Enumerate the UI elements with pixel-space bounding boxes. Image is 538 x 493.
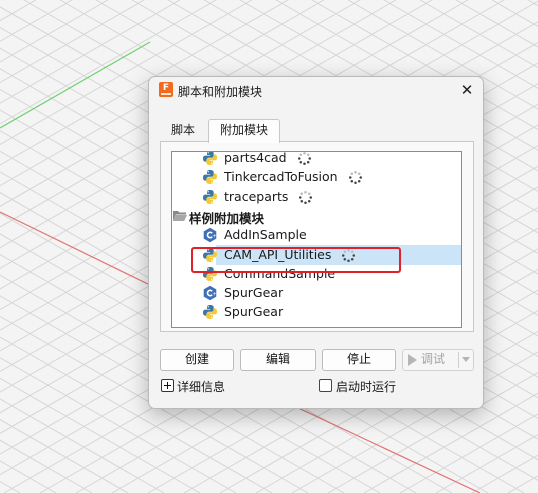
tree-item-spurgear-python[interactable]: SpurGear [172,302,461,322]
chevron-down-icon[interactable] [462,357,470,362]
cpp-icon: + [202,285,218,301]
tree-item-addinsample[interactable]: + AddInSample [172,225,461,245]
close-icon[interactable]: ✕ [458,81,476,99]
edit-button[interactable]: 编辑 [240,349,316,371]
run-on-startup-label[interactable]: 启动时运行 [336,378,396,395]
loading-spinner-icon [298,190,313,205]
stop-button[interactable]: 停止 [322,349,396,371]
run-on-startup-checkbox[interactable] [319,379,332,392]
python-icon [202,189,218,205]
tab-addins[interactable]: 附加模块 [208,119,280,143]
tree-item-label: parts4cad [224,151,287,165]
tree-item-tinkercadtofusion[interactable]: TinkercadToFusion [172,167,461,187]
tree-item-label: TinkercadToFusion [224,169,338,185]
python-icon [202,152,218,166]
loading-spinner-icon [348,170,363,185]
tree-item-traceparts[interactable]: traceparts [172,187,461,207]
addins-tree-list[interactable]: parts4cad TinkercadToFusion traceparts 样例附加… [171,151,462,328]
folder-open-icon [172,208,188,224]
create-button[interactable]: 创建 [160,349,234,371]
debug-split-divider [458,352,459,368]
tab-scripts[interactable]: 脚本 [161,121,205,141]
details-label[interactable]: 详细信息 [177,378,225,395]
fusion-app-icon: F [159,82,173,97]
python-icon [202,304,218,320]
dialog-titlebar[interactable]: F 脚本和附加模块 ✕ [149,77,483,107]
selection-highlight-box [191,247,401,273]
loading-spinner-icon [297,152,312,166]
debug-button[interactable]: 调试 [402,349,474,371]
debug-label: 调试 [421,352,446,366]
tree-item-label: SpurGear [224,304,284,320]
play-icon [408,354,417,366]
expand-details-icon[interactable] [161,379,174,392]
tree-item-label: AddInSample [224,227,307,243]
tree-item-label: SpurGear [224,285,284,301]
tree-item-label: 样例附加模块 [189,210,265,226]
tree-item-spurgear[interactable]: + SpurGear [172,283,461,303]
tree-item-parts4cad[interactable]: parts4cad [172,151,461,168]
scripts-addins-dialog: F 脚本和附加模块 ✕ 脚本 附加模块 parts4cad TinkercadTo… [148,76,484,409]
tree-category-samples[interactable]: 样例附加模块 [172,206,461,226]
dialog-title: 脚本和附加模块 [178,85,263,99]
tree-item-label: traceparts [224,188,289,204]
python-icon [202,169,218,185]
cpp-icon: + [202,227,218,243]
svg-text:+: + [212,233,216,239]
svg-text:+: + [212,291,216,297]
